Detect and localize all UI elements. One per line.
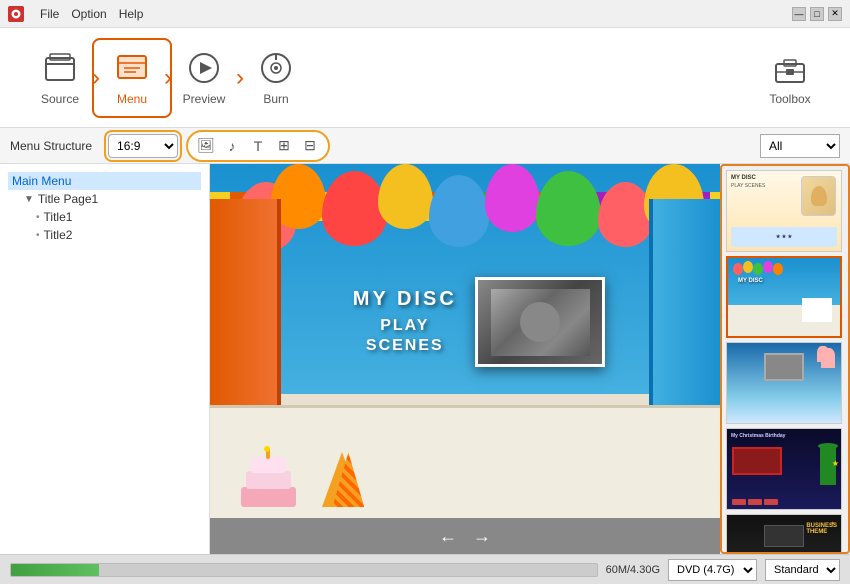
progress-fill [11, 564, 99, 576]
aspect-ratio-select[interactable]: 16:9 4:3 [108, 134, 178, 158]
toolbox-label: Toolbox [769, 92, 810, 106]
preview-icon [186, 50, 222, 86]
title-page1-label: Title Page1 [38, 192, 98, 206]
sidebar-item-title2[interactable]: • Title2 [8, 226, 201, 244]
preview-canvas: MY DISC PLAY SCENES [210, 164, 720, 518]
main-toolbar: Source › Menu › Preview › [0, 28, 850, 128]
title1-label: Title1 [44, 210, 73, 224]
menu-icon [114, 50, 150, 86]
layout-tool-button[interactable]: ⊞ [272, 134, 296, 158]
thumbnail-panel: MY DISC PLAY SCENES ★ ★ ★ [720, 164, 850, 554]
menu-bar: File Option Help [40, 7, 143, 21]
menu-help[interactable]: Help [119, 7, 144, 21]
title2-label: Title2 [44, 228, 73, 242]
tree-dot-2: • [36, 230, 40, 241]
source-icon [42, 50, 78, 86]
text-tool-button[interactable]: T [246, 134, 270, 158]
settings-tool-button[interactable]: ⊟ [298, 134, 322, 158]
status-bar: 60M/4.30G DVD (4.7G) DVD (8.5G) Blu-ray … [0, 554, 850, 584]
disc-type-select[interactable]: DVD (4.7G) DVD (8.5G) Blu-ray 25G [668, 559, 757, 581]
play-label: PLAY [353, 317, 457, 335]
preview-area: MY DISC PLAY SCENES ← → [210, 164, 720, 554]
quality-select[interactable]: Standard High Low [765, 559, 840, 581]
progress-text: 60M/4.30G [606, 564, 660, 576]
thumbnail-3[interactable] [726, 342, 842, 424]
close-button[interactable]: ✕ [828, 7, 842, 21]
video-preview-frame[interactable] [475, 277, 605, 367]
toolbox-button[interactable]: Toolbox [750, 38, 830, 118]
next-button[interactable]: → [473, 526, 491, 547]
second-toolbar: Menu Structure 16:9 4:3 🖼 ♪ T ⊞ ⊟ All Bi… [0, 128, 850, 164]
source-button[interactable]: Source [20, 38, 100, 118]
menu-button[interactable]: Menu [92, 38, 172, 118]
sidebar-item-title1[interactable]: • Title1 [8, 208, 201, 226]
expand-arrow: ▼ [24, 194, 34, 205]
sidebar: Main Menu ▼ Title Page1 • Title1 • Title… [0, 164, 210, 554]
editing-tools-group: 🖼 ♪ T ⊞ ⊟ [186, 130, 330, 162]
main-menu-label: Main Menu [12, 174, 71, 188]
source-label: Source [41, 92, 79, 106]
menu-label: Menu [117, 92, 147, 106]
disc-main-title: MY DISC [353, 288, 457, 311]
preview-button[interactable]: Preview [164, 38, 244, 118]
preview-controls: ← → [210, 518, 720, 554]
title-bar-left: File Option Help [8, 6, 143, 22]
thumbnail-2[interactable]: MY DISC [726, 256, 842, 338]
tree-dot-1: • [36, 212, 40, 223]
video-inner [478, 280, 602, 364]
sidebar-item-title-page1[interactable]: ▼ Title Page1 [8, 190, 201, 208]
menu-file[interactable]: File [40, 7, 59, 21]
disc-title-text: MY DISC PLAY SCENES [353, 288, 457, 355]
sidebar-item-main-menu[interactable]: Main Menu [8, 172, 201, 190]
main-area: Main Menu ▼ Title Page1 • Title1 • Title… [0, 164, 850, 554]
menu-option[interactable]: Option [71, 7, 106, 21]
scenes-label: SCENES [353, 337, 457, 355]
image-tool-button[interactable]: 🖼 [194, 134, 218, 158]
thumbnail-list: MY DISC PLAY SCENES ★ ★ ★ [722, 166, 848, 552]
menu-structure-label: Menu Structure [10, 139, 92, 153]
title-bar: File Option Help — □ ✕ [0, 0, 850, 28]
maximize-button[interactable]: □ [810, 7, 824, 21]
burn-button[interactable]: Burn [236, 38, 316, 118]
burn-icon [258, 50, 294, 86]
filter-select[interactable]: All Birthday Christmas Business [760, 134, 840, 158]
music-tool-button[interactable]: ♪ [220, 134, 244, 158]
app-icon [8, 6, 24, 22]
progress-bar [10, 563, 598, 577]
thumbnail-5[interactable]: ✦ BUSINESSTHEME PLAY SCENES [726, 514, 842, 552]
window-controls: — □ ✕ [792, 7, 842, 21]
preview-label: Preview [183, 92, 226, 106]
minimize-button[interactable]: — [792, 7, 806, 21]
burn-label: Burn [263, 92, 288, 106]
thumbnail-1[interactable]: MY DISC PLAY SCENES ★ ★ ★ [726, 170, 842, 252]
toolbox-icon [772, 50, 808, 86]
prev-button[interactable]: ← [439, 526, 457, 547]
thumbnail-4[interactable]: My Christmas Birthday ★ [726, 428, 842, 510]
